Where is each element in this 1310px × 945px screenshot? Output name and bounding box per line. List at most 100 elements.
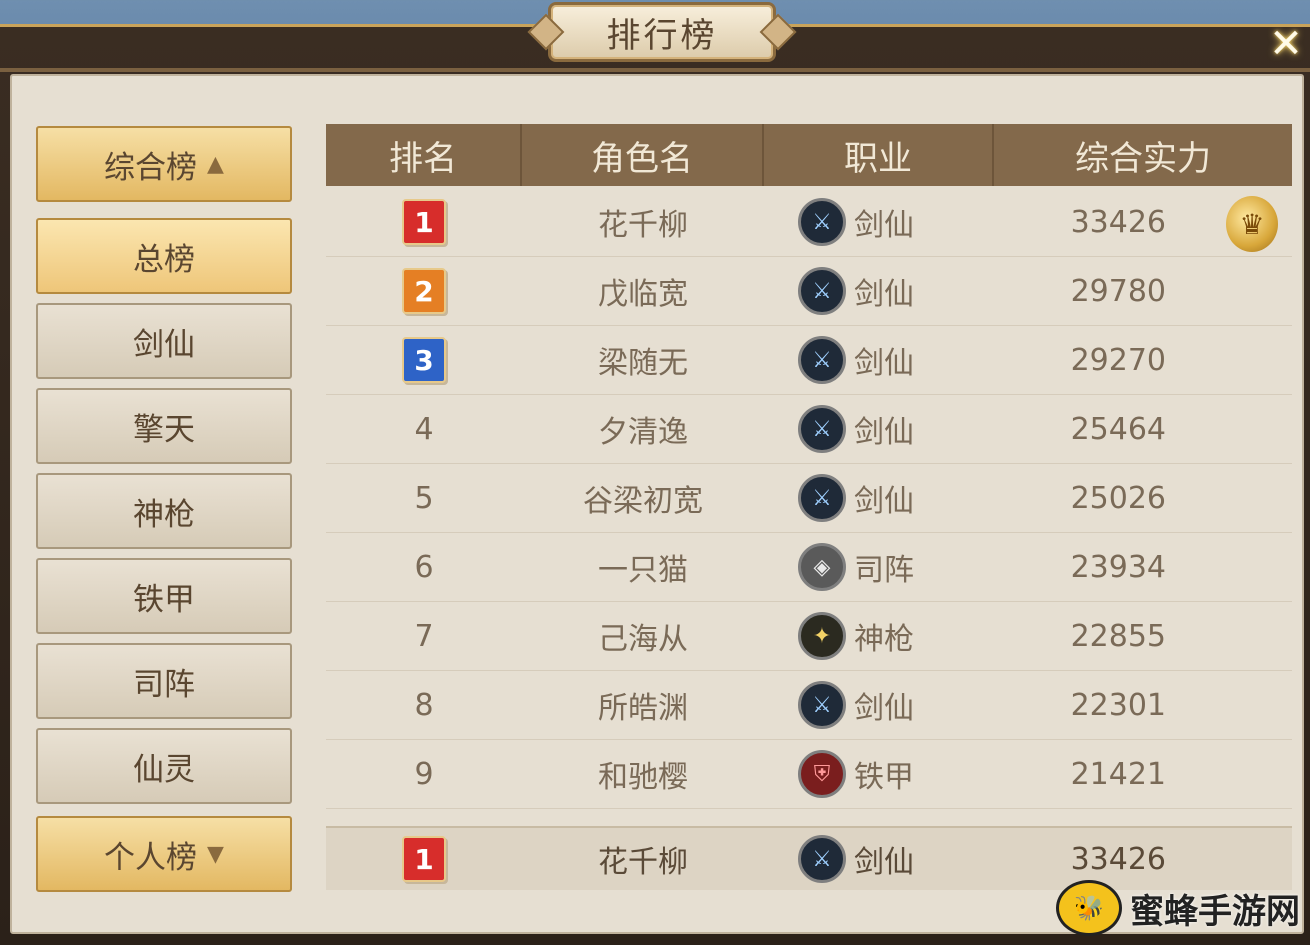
table-header: 排名 角色名 职业 综合实力 [326, 124, 1292, 186]
name-cell: 和驰樱 [598, 760, 688, 795]
sword-icon: ⚔ [798, 405, 846, 453]
sword-icon: ⚔ [798, 336, 846, 384]
power-cell: 22301 [1070, 687, 1166, 723]
rank-cell: 7 [414, 618, 434, 654]
job-cell: ⛨ 铁甲 [764, 740, 994, 808]
watermark-text: 蜜蜂手游网 [1130, 891, 1300, 932]
rank-cell: 8 [414, 687, 434, 723]
job-label: 剑仙 [854, 415, 914, 450]
job-label: 剑仙 [854, 484, 914, 519]
header-rank: 排名 [326, 124, 522, 186]
frame-divider [0, 68, 1310, 72]
job-label: 神枪 [854, 622, 914, 657]
sword-icon: ⚔ [798, 267, 846, 315]
power-cell: 29780 [1070, 273, 1166, 309]
sidebar-item-label: 铁甲 [133, 581, 195, 618]
table-row[interactable]: 4 夕清逸 ⚔ 剑仙 25464 [326, 395, 1292, 464]
job-label: 铁甲 [854, 760, 914, 795]
table-row[interactable]: 2 戊临宽 ⚔ 剑仙 29780 [326, 257, 1292, 326]
table-row[interactable]: 7 己海从 ✦ 神枪 22855 [326, 602, 1292, 671]
header-power: 综合实力 [1075, 138, 1211, 179]
table-row[interactable]: 3 梁随无 ⚔ 剑仙 29270 [326, 326, 1292, 395]
chevron-down-icon: ▼ [207, 841, 224, 867]
rank-cell: 6 [414, 549, 434, 585]
group-personal-label: 个人榜 [104, 839, 198, 876]
table-row[interactable]: 1 花千柳 ⚔ 剑仙 33426 [326, 188, 1292, 257]
rank-cell: 2 [326, 257, 522, 325]
group-overall-label: 综合榜 [104, 149, 198, 186]
job-cell: ⚔ 剑仙 [764, 395, 994, 463]
sword-icon: ⚔ [798, 474, 846, 522]
table-row[interactable]: 5 谷梁初宽 ⚔ 剑仙 25026 [326, 464, 1292, 533]
job-cell: ⚔ 剑仙 [764, 671, 994, 739]
group-overall[interactable]: 综合榜 ▲ [36, 126, 292, 202]
spear-icon: ✦ [798, 612, 846, 660]
job-cell: ⚔ 剑仙 [764, 188, 994, 256]
job-cell: ◈ 司阵 [764, 533, 994, 601]
sidebar-item-label: 仙灵 [133, 751, 195, 788]
sidebar-item-label: 擎天 [133, 411, 195, 448]
name-cell: 夕清逸 [598, 415, 688, 450]
power-cell: 25464 [1070, 411, 1166, 447]
my-job-label: 剑仙 [854, 845, 914, 880]
name-cell: 戊临宽 [598, 277, 688, 312]
sidebar-item-jianxian[interactable]: 剑仙 [36, 303, 292, 379]
close-button[interactable]: ✕ [1264, 21, 1308, 67]
job-label: 剑仙 [854, 346, 914, 381]
table-row[interactable]: 6 一只猫 ◈ 司阵 23934 [326, 533, 1292, 602]
job-label: 司阵 [854, 553, 914, 588]
rank-cell: 5 [414, 480, 434, 516]
name-cell: 谷梁初宽 [583, 484, 703, 519]
job-cell: ⚔ 剑仙 [764, 326, 994, 394]
chevron-up-icon: ▲ [207, 151, 224, 177]
sword-icon: ⚔ [798, 198, 846, 246]
sidebar-item-sizhen[interactable]: 司阵 [36, 643, 292, 719]
sword-icon: ⚔ [798, 681, 846, 729]
power-cell: 22855 [1070, 618, 1166, 654]
fan-icon: ◈ [798, 543, 846, 591]
armor-icon: ⛨ [798, 750, 846, 798]
my-name-cell: 花千柳 [598, 845, 688, 880]
header-job: 职业 [764, 124, 994, 186]
sidebar-item-label: 总榜 [133, 241, 195, 278]
sidebar-item-label: 神枪 [133, 496, 195, 533]
sidebar-item-total[interactable]: 总榜 [36, 218, 292, 294]
power-cell: 29270 [1070, 342, 1166, 378]
power-cell: 21421 [1070, 756, 1166, 792]
job-cell: ⚔ 剑仙 [764, 464, 994, 532]
rank-medal-icon: 2 [402, 268, 446, 314]
sidebar-item-qingtian[interactable]: 擎天 [36, 388, 292, 464]
rank-medal-icon: 1 [402, 836, 446, 882]
rank-cell: 4 [414, 411, 434, 447]
sidebar-item-label: 司阵 [133, 666, 195, 703]
power-cell: 25026 [1070, 480, 1166, 516]
name-cell: 一只猫 [598, 553, 688, 588]
name-cell: 梁随无 [598, 346, 688, 381]
sidebar-item-label: 剑仙 [133, 326, 195, 363]
job-label: 剑仙 [854, 691, 914, 726]
job-cell: ⚔ 剑仙 [764, 257, 994, 325]
name-cell: 己海从 [598, 622, 688, 657]
job-cell: ✦ 神枪 [764, 602, 994, 670]
table-row[interactable]: 8 所皓渊 ⚔ 剑仙 22301 [326, 671, 1292, 740]
rank-medal-icon: 3 [402, 337, 446, 383]
bee-logo-icon: 🐝 [1056, 880, 1122, 936]
sidebar-item-shenqiang[interactable]: 神枪 [36, 473, 292, 549]
name-cell: 花千柳 [598, 208, 688, 243]
power-cell: 23934 [1070, 549, 1166, 585]
group-personal[interactable]: 个人榜 ▼ [36, 816, 292, 892]
rank-cell: 9 [414, 756, 434, 792]
table-row[interactable]: 9 和驰樱 ⛨ 铁甲 21421 [326, 740, 1292, 809]
watermark: 🐝 蜜蜂手游网 [1056, 880, 1300, 936]
my-rank-cell: 1 [326, 828, 522, 890]
rank-cell: 1 [326, 188, 522, 256]
name-cell: 所皓渊 [598, 691, 688, 726]
crown-icon[interactable]: ♛ [1226, 196, 1278, 252]
job-label: 剑仙 [854, 277, 914, 312]
sword-icon: ⚔ [798, 835, 846, 883]
sidebar-item-xianling[interactable]: 仙灵 [36, 728, 292, 804]
rank-medal-icon: 1 [402, 199, 446, 245]
header-name: 角色名 [522, 124, 764, 186]
title-plate: 排行榜 [548, 2, 776, 62]
sidebar-item-tiejia[interactable]: 铁甲 [36, 558, 292, 634]
